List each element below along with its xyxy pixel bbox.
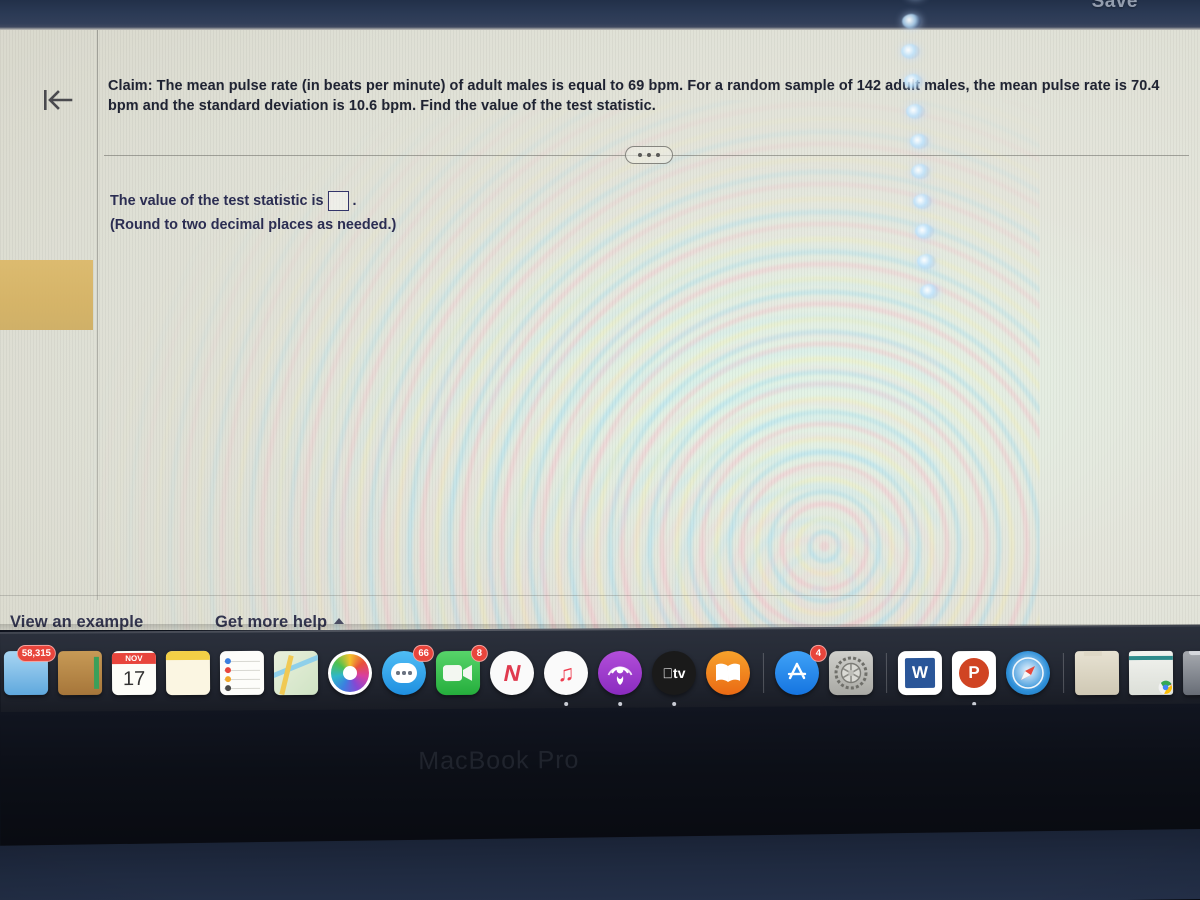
dock-item-trash[interactable] [1179, 647, 1200, 699]
dock-item-safari[interactable] [1002, 647, 1054, 699]
powerpoint-letter: P [958, 657, 990, 689]
answer-prompt-label: The value of the test statistic is [110, 193, 324, 209]
dock-item-books[interactable] [702, 647, 754, 699]
running-indicator [672, 701, 677, 707]
dock-item-notes[interactable] [162, 647, 214, 699]
dock-item-powerpoint[interactable]: P [948, 647, 1000, 707]
page-gutter-divider [97, 30, 98, 600]
dock-item-messages[interactable]: 66 [378, 644, 434, 699]
dock-item-downloads[interactable] [1071, 647, 1123, 699]
answer-prompt-row: The value of the test statistic is . [110, 190, 396, 212]
running-indicator [618, 701, 623, 707]
podcasts-icon [597, 650, 643, 696]
microsoft-powerpoint-icon: P [951, 650, 997, 696]
screen-glow [0, 30, 1200, 630]
maps-icon [273, 650, 319, 696]
dock-item-facetime[interactable]: 8 [432, 644, 488, 699]
messages-badge: 66 [413, 644, 434, 662]
answer-prompt-period: . [352, 193, 357, 209]
dock-item-podcasts[interactable] [594, 647, 646, 707]
dock: 58,315 NOV 17 66 8 N ♫ tv 4 W P [0, 640, 1200, 707]
ellipsis-icon[interactable] [625, 146, 673, 164]
rounding-instruction: (Round to two decimal places as needed.) [110, 217, 397, 233]
notes-icon [165, 650, 211, 696]
window-top-bar: Save [0, 0, 1200, 30]
skip-to-start-icon[interactable] [38, 82, 78, 118]
dock-item-photos[interactable] [324, 647, 376, 699]
dock-item-systempreferences[interactable] [825, 647, 877, 699]
music-icon: ♫ [543, 650, 589, 696]
calendar-icon: NOV 17 [111, 650, 157, 696]
action-bar-divider [0, 595, 1200, 596]
safari-icon [1005, 650, 1051, 696]
gear-icon [828, 650, 874, 696]
test-statistic-input[interactable] [327, 191, 349, 211]
running-indicator [564, 701, 569, 707]
dock-divider [762, 652, 765, 694]
dock-item-word[interactable]: W [894, 647, 946, 699]
tan-color-block [0, 260, 93, 330]
mail-badge: 58,315 [16, 644, 56, 663]
reminders-icon [219, 650, 265, 696]
trash-icon [1182, 650, 1200, 696]
dock-divider [885, 652, 888, 694]
moire-pattern [60, 100, 1040, 630]
word-letter: W [904, 657, 936, 689]
dock-divider [1062, 652, 1065, 694]
dock-item-appletv[interactable]: tv [648, 647, 700, 707]
calendar-day: 17 [122, 667, 146, 690]
calendar-month: NOV [111, 652, 156, 664]
dock-item-news[interactable]: N [486, 647, 538, 699]
news-icon: N [489, 650, 535, 696]
dock-item-appstore[interactable]: 4 [771, 644, 827, 699]
claim-statement: Claim: The mean pulse rate (in beats per… [108, 78, 1160, 114]
ellipsis-dot [647, 153, 651, 157]
dock-item-music[interactable]: ♫ [540, 647, 592, 707]
photo-of-laptop-screen: Save Claim: The mean pulse rate (in beat… [0, 0, 1200, 900]
device-brand-label: MacBook Pro [418, 745, 580, 776]
dock-item-document[interactable] [1125, 647, 1177, 699]
dock-item-maps[interactable] [270, 647, 322, 699]
apple-tv-icon: tv [651, 650, 697, 696]
downloads-folder-icon [1074, 650, 1120, 696]
photos-icon [327, 650, 373, 696]
save-label[interactable]: Save [1092, 0, 1138, 13]
answer-block: The value of the test statistic is . (Ro… [110, 190, 396, 236]
dock-item-calendar[interactable]: NOV 17 [108, 647, 160, 699]
document-stack-icon [1128, 650, 1174, 696]
microsoft-word-icon: W [897, 650, 943, 696]
screen-scanlines [0, 30, 1200, 630]
contacts-icon [57, 650, 103, 696]
books-icon [705, 650, 751, 696]
dock-item-mail[interactable]: 58,315 [0, 644, 56, 699]
dock-item-reminders[interactable] [216, 647, 268, 699]
exercise-screen: Claim: The mean pulse rate (in beats per… [0, 30, 1200, 630]
dock-item-contacts[interactable] [54, 647, 106, 699]
ellipsis-dot [638, 153, 642, 157]
ellipsis-dot [656, 153, 660, 157]
